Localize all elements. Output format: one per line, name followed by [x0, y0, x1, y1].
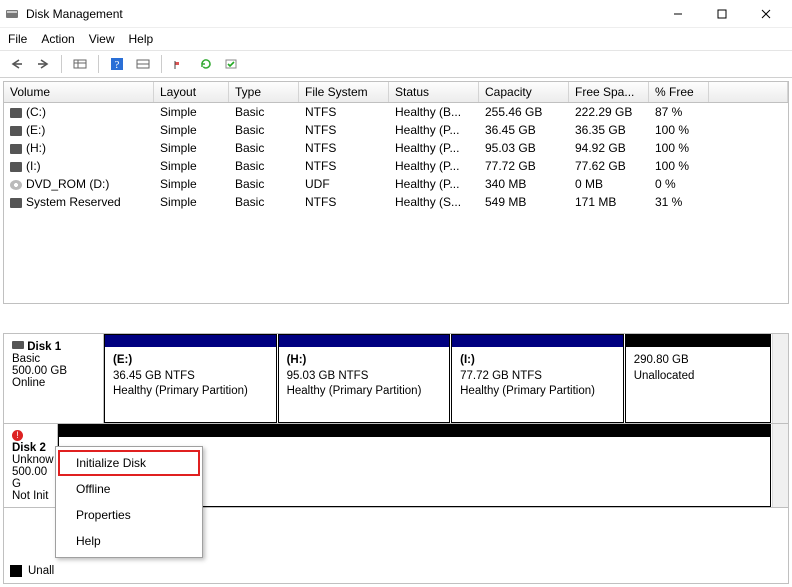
legend-label: Unall [28, 565, 54, 577]
legend-unallocated: Unall [10, 565, 54, 577]
partition[interactable]: 290.80 GBUnallocated [625, 334, 771, 423]
help-button[interactable]: ? [106, 54, 128, 74]
disk2-size: 500.00 G [12, 466, 47, 490]
table-row[interactable]: System ReservedSimpleBasicNTFSHealthy (S… [4, 193, 788, 211]
menu-help[interactable]: Help [129, 32, 154, 46]
volume-icon [10, 126, 22, 136]
toolbar-separator [61, 55, 62, 73]
close-button[interactable] [744, 0, 788, 28]
volume-icon [10, 162, 22, 172]
partition[interactable]: (H:)95.03 GB NTFSHealthy (Primary Partit… [278, 334, 451, 423]
col-filesystem[interactable]: File System [299, 82, 389, 102]
table-row[interactable]: (I:)SimpleBasicNTFSHealthy (P...77.72 GB… [4, 157, 788, 175]
title-bar: Disk Management [0, 0, 792, 28]
maximize-button[interactable] [700, 0, 744, 28]
col-volume[interactable]: Volume [4, 82, 154, 102]
volume-list: Volume Layout Type File System Status Ca… [3, 81, 789, 304]
volume-icon [10, 144, 22, 154]
menu-view[interactable]: View [89, 32, 115, 46]
col-layout[interactable]: Layout [154, 82, 229, 102]
warning-icon: ! [12, 430, 23, 441]
disk-row-disk1[interactable]: Disk 1 Basic 500.00 GB Online (E:)36.45 … [4, 334, 788, 424]
col-pctfree[interactable]: % Free [649, 82, 709, 102]
forward-button[interactable] [32, 54, 54, 74]
disk-icon [12, 341, 24, 353]
disk1-type: Basic [12, 353, 40, 365]
partition-bar [59, 425, 770, 437]
refresh-button[interactable] [195, 54, 217, 74]
view-detail-button[interactable] [132, 54, 154, 74]
table-row[interactable]: (H:)SimpleBasicNTFSHealthy (P...95.03 GB… [4, 139, 788, 157]
back-button[interactable] [6, 54, 28, 74]
toolbar-separator [161, 55, 162, 73]
svg-text:?: ? [115, 59, 120, 71]
partition-bar [452, 335, 623, 347]
partition-body: (H:)95.03 GB NTFSHealthy (Primary Partit… [279, 347, 450, 406]
partition-bar [105, 335, 276, 347]
partition-bar [626, 335, 770, 347]
partition[interactable]: (I:)77.72 GB NTFSHealthy (Primary Partit… [451, 334, 624, 423]
action-flag-button[interactable] [169, 54, 191, 74]
col-status[interactable]: Status [389, 82, 479, 102]
minimize-button[interactable] [656, 0, 700, 28]
col-freespace[interactable]: Free Spa... [569, 82, 649, 102]
menu-file[interactable]: File [8, 32, 27, 46]
partition-bar [279, 335, 450, 347]
app-icon [4, 6, 20, 22]
vertical-scrollbar[interactable] [772, 334, 788, 423]
volume-icon [10, 108, 22, 118]
legend-swatch-black [10, 565, 22, 577]
volume-rows[interactable]: (C:)SimpleBasicNTFSHealthy (B...255.46 G… [4, 103, 788, 303]
disk1-status: Online [12, 377, 45, 389]
disk1-name: Disk 1 [27, 341, 61, 353]
volume-icon [10, 198, 22, 208]
partition-body: (E:)36.45 GB NTFSHealthy (Primary Partit… [105, 347, 276, 406]
settings-check-button[interactable] [221, 54, 243, 74]
disk1-size: 500.00 GB [12, 365, 67, 377]
menu-bar: File Action View Help [0, 28, 792, 51]
col-spacer [709, 82, 788, 102]
view-list-button[interactable] [69, 54, 91, 74]
menu-offline[interactable]: Offline [58, 476, 200, 502]
disk2-type: Unknow [12, 454, 54, 466]
disk1-info: Disk 1 Basic 500.00 GB Online [4, 334, 104, 423]
toolbar: ? [0, 51, 792, 78]
vertical-scrollbar[interactable] [772, 424, 788, 507]
menu-action[interactable]: Action [41, 32, 74, 46]
menu-properties[interactable]: Properties [58, 502, 200, 528]
window-title: Disk Management [26, 7, 123, 21]
volume-icon [10, 180, 22, 190]
col-capacity[interactable]: Capacity [479, 82, 569, 102]
context-menu: Initialize Disk Offline Properties Help [55, 446, 203, 558]
disk2-name: Disk 2 [12, 442, 46, 454]
column-headers: Volume Layout Type File System Status Ca… [4, 82, 788, 103]
table-row[interactable]: (E:)SimpleBasicNTFSHealthy (P...36.45 GB… [4, 121, 788, 139]
table-row[interactable]: DVD_ROM (D:)SimpleBasicUDFHealthy (P...3… [4, 175, 788, 193]
toolbar-separator [98, 55, 99, 73]
disk1-partitions: (E:)36.45 GB NTFSHealthy (Primary Partit… [104, 334, 772, 423]
disk2-info: !Disk 2 Unknow 500.00 G Not Init [4, 424, 58, 507]
partition-body: 290.80 GBUnallocated [626, 347, 770, 390]
partition-body: (I:)77.72 GB NTFSHealthy (Primary Partit… [452, 347, 623, 406]
partition[interactable]: (E:)36.45 GB NTFSHealthy (Primary Partit… [104, 334, 277, 423]
table-row[interactable]: (C:)SimpleBasicNTFSHealthy (B...255.46 G… [4, 103, 788, 121]
col-type[interactable]: Type [229, 82, 299, 102]
disk2-status: Not Init [12, 490, 48, 502]
menu-help[interactable]: Help [58, 528, 200, 554]
menu-initialize-disk[interactable]: Initialize Disk [58, 450, 200, 476]
